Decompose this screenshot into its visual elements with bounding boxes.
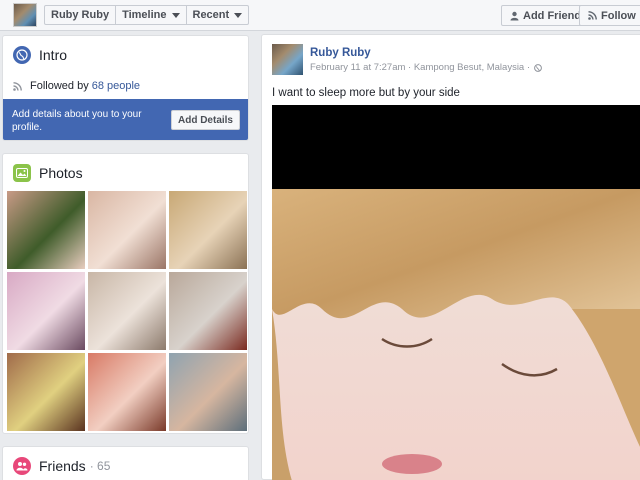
photo-4[interactable] bbox=[7, 272, 85, 350]
add-details-banner: Add details about you to your profile. A… bbox=[3, 99, 248, 140]
add-friend-icon bbox=[510, 11, 519, 21]
photo-7[interactable] bbox=[7, 353, 85, 431]
friends-card: Friends · 65 bbox=[2, 446, 249, 480]
friends-title[interactable]: Friends bbox=[39, 458, 86, 474]
follow-label: Follow bbox=[601, 9, 636, 22]
post-card: Ruby Ruby February 11 at 7:27am · Kampon… bbox=[261, 34, 640, 480]
friends-header: Friends · 65 bbox=[13, 457, 110, 475]
post-author-name[interactable]: Ruby Ruby bbox=[310, 47, 371, 59]
add-details-button[interactable]: Add Details bbox=[170, 110, 240, 130]
follow-button[interactable]: Follow bbox=[579, 5, 640, 26]
intro-title: Intro bbox=[39, 47, 68, 63]
friends-icon bbox=[13, 457, 31, 475]
profile-nav-group: Ruby Ruby Timeline Recent bbox=[44, 5, 250, 25]
photo-3[interactable] bbox=[169, 191, 247, 269]
followed-by-text: Followed by bbox=[30, 80, 89, 92]
followed-by-row: Followed by 68 people bbox=[13, 80, 140, 92]
photo-2[interactable] bbox=[88, 191, 166, 269]
post-meta: February 11 at 7:27am · Kampong Besut, M… bbox=[310, 62, 542, 73]
recent-button[interactable]: Recent bbox=[185, 6, 249, 24]
photo-9[interactable] bbox=[169, 353, 247, 431]
add-details-prompt: Add details about you to your profile. bbox=[12, 109, 142, 133]
photos-card: Photos bbox=[2, 153, 249, 434]
rss-icon bbox=[13, 81, 22, 91]
post-photo-top-band bbox=[272, 105, 640, 189]
photo-grid bbox=[7, 191, 248, 431]
intro-card: Intro Followed by 68 people Add details … bbox=[2, 35, 249, 141]
photos-header: Photos bbox=[13, 164, 83, 182]
photo-1[interactable] bbox=[7, 191, 85, 269]
photo-5[interactable] bbox=[88, 272, 166, 350]
rss-icon bbox=[588, 11, 597, 20]
globe-icon bbox=[13, 46, 31, 64]
chevron-down-icon bbox=[171, 12, 180, 18]
intro-header: Intro bbox=[13, 46, 67, 64]
friends-count: · 65 bbox=[89, 459, 111, 473]
add-friend-label: Add Friend bbox=[523, 9, 582, 22]
timeline-button[interactable]: Timeline bbox=[115, 6, 185, 24]
recent-label: Recent bbox=[192, 9, 230, 21]
photos-icon bbox=[13, 164, 31, 182]
post-author-avatar[interactable] bbox=[272, 44, 303, 75]
post-text: I want to sleep more but by your side bbox=[272, 87, 460, 99]
post-timestamp-location[interactable]: February 11 at 7:27am · Kampong Besut, M… bbox=[310, 62, 530, 73]
profile-top-bar: Ruby Ruby Timeline Recent Add Friend Fol… bbox=[0, 0, 640, 31]
top-profile-avatar[interactable] bbox=[13, 3, 37, 27]
photo-8[interactable] bbox=[88, 353, 166, 431]
post-photo[interactable] bbox=[272, 189, 640, 480]
timeline-label: Timeline bbox=[122, 9, 167, 21]
globe-icon bbox=[534, 63, 542, 72]
photos-title: Photos bbox=[39, 165, 83, 181]
followers-link[interactable]: 68 people bbox=[92, 80, 140, 92]
profile-name-button[interactable]: Ruby Ruby bbox=[45, 6, 115, 24]
photo-6[interactable] bbox=[169, 272, 247, 350]
chevron-down-icon bbox=[234, 12, 243, 18]
add-friend-button[interactable]: Add Friend bbox=[501, 5, 591, 26]
